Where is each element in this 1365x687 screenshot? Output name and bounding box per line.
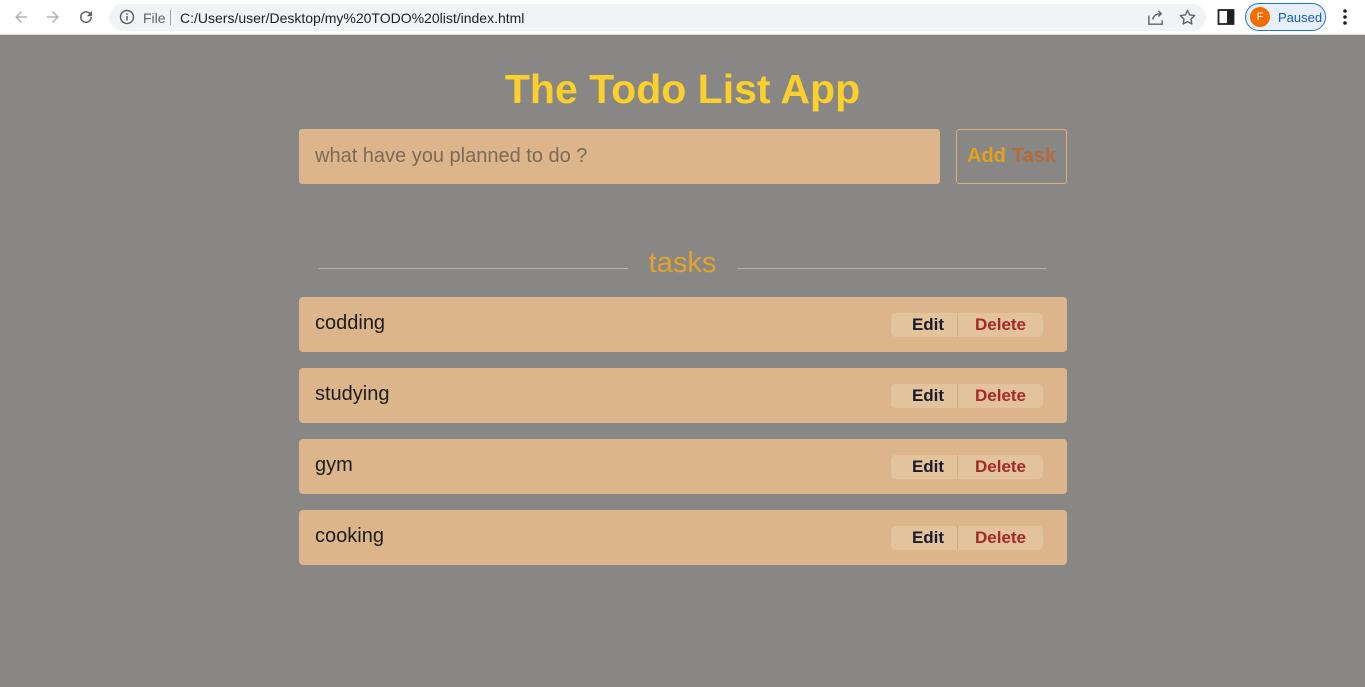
task-name: studying: [315, 383, 390, 405]
task-item: codding Edit Delete: [299, 297, 1067, 352]
delete-button[interactable]: Delete: [958, 384, 1043, 408]
star-icon[interactable]: [1178, 8, 1197, 27]
edit-button[interactable]: Edit: [891, 526, 958, 550]
omnibox-separator: [170, 10, 171, 25]
browser-toolbar: File C:/Users/user/Desktop/my%20TODO%20l…: [0, 0, 1365, 35]
task-item: cooking Edit Delete: [299, 510, 1067, 565]
info-icon[interactable]: [119, 9, 135, 25]
side-panel-icon[interactable]: [1217, 8, 1235, 26]
divider-left: [319, 268, 628, 269]
task-actions: Edit Delete: [891, 313, 1043, 337]
add-task-word-task: Task: [1011, 145, 1056, 167]
address-bar[interactable]: File C:/Users/user/Desktop/my%20TODO%20l…: [109, 4, 1206, 31]
edit-button[interactable]: Edit: [891, 313, 958, 337]
task-item: studying Edit Delete: [299, 368, 1067, 423]
page-title: The Todo List App: [504, 66, 861, 112]
tasks-heading: tasks: [648, 247, 717, 279]
task-name: gym: [315, 454, 353, 476]
reload-icon[interactable]: [74, 5, 98, 29]
delete-button[interactable]: Delete: [958, 526, 1043, 550]
forward-arrow-icon[interactable]: [41, 5, 65, 29]
task-actions: Edit Delete: [891, 526, 1043, 550]
profile-status: Paused: [1278, 10, 1323, 25]
delete-button[interactable]: Delete: [958, 455, 1043, 479]
divider-right: [737, 268, 1047, 269]
edit-button[interactable]: Edit: [891, 455, 958, 479]
share-icon[interactable]: [1146, 8, 1165, 27]
task-actions: Edit Delete: [891, 455, 1043, 479]
task-name: cooking: [315, 525, 384, 547]
edit-button[interactable]: Edit: [891, 384, 958, 408]
profile-button[interactable]: F Paused: [1245, 3, 1326, 31]
task-actions: Edit Delete: [891, 384, 1043, 408]
delete-button[interactable]: Delete: [958, 313, 1043, 337]
back-arrow-icon[interactable]: [9, 5, 33, 29]
task-item: gym Edit Delete: [299, 439, 1067, 494]
avatar: F: [1250, 7, 1270, 27]
add-task-word-add: Add: [967, 145, 1006, 167]
more-menu-icon[interactable]: [1336, 7, 1354, 27]
add-task-button[interactable]: Add Task: [956, 129, 1067, 184]
task-name: codding: [315, 312, 386, 334]
task-input[interactable]: [299, 129, 940, 184]
file-scheme-label: File: [143, 10, 166, 26]
url-text[interactable]: C:/Users/user/Desktop/my%20TODO%20list/i…: [180, 10, 524, 26]
